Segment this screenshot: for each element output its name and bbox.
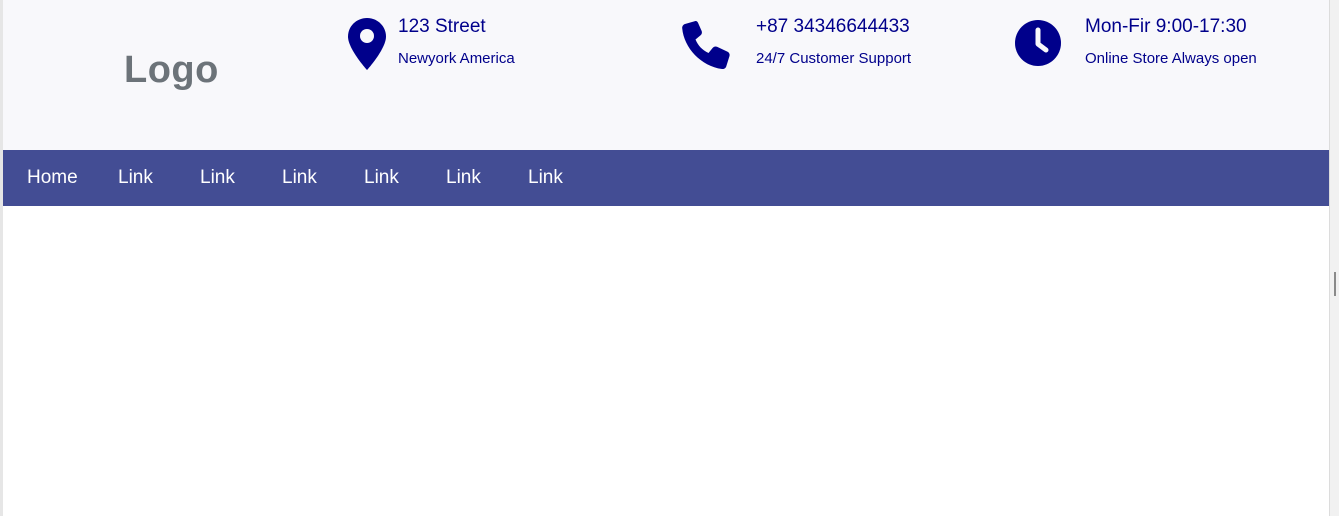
phone-subtitle: 24/7 Customer Support <box>756 50 912 67</box>
phone-icon <box>681 18 733 75</box>
clock-icon <box>1013 18 1063 73</box>
scrollbar-thumb[interactable] <box>1334 272 1336 296</box>
address-subtitle: Newyork America <box>398 50 515 67</box>
address-title: 123 Street <box>398 16 486 37</box>
nav-item-home[interactable]: Home <box>27 167 78 189</box>
map-marker-icon <box>348 18 386 75</box>
vertical-scrollbar[interactable] <box>1329 0 1339 516</box>
hours-title: Mon-Fir 9:00-17:30 <box>1085 16 1247 37</box>
nav-item-link[interactable]: Link <box>282 167 317 189</box>
nav-item-link[interactable]: Link <box>528 167 563 189</box>
nav-item-link[interactable]: Link <box>200 167 235 189</box>
top-info-bar: Logo 123 Street Newyork America +87 3434… <box>3 0 1329 150</box>
phone-title[interactable]: +87 34346644433 <box>756 16 910 38</box>
logo[interactable]: Logo <box>124 49 219 92</box>
nav-item-link[interactable]: Link <box>118 167 153 189</box>
hours-subtitle: Online Store Always open <box>1085 50 1257 67</box>
main-navbar: Home Link Link Link Link Link Link <box>3 150 1329 206</box>
nav-item-link[interactable]: Link <box>364 167 399 189</box>
nav-item-link[interactable]: Link <box>446 167 481 189</box>
